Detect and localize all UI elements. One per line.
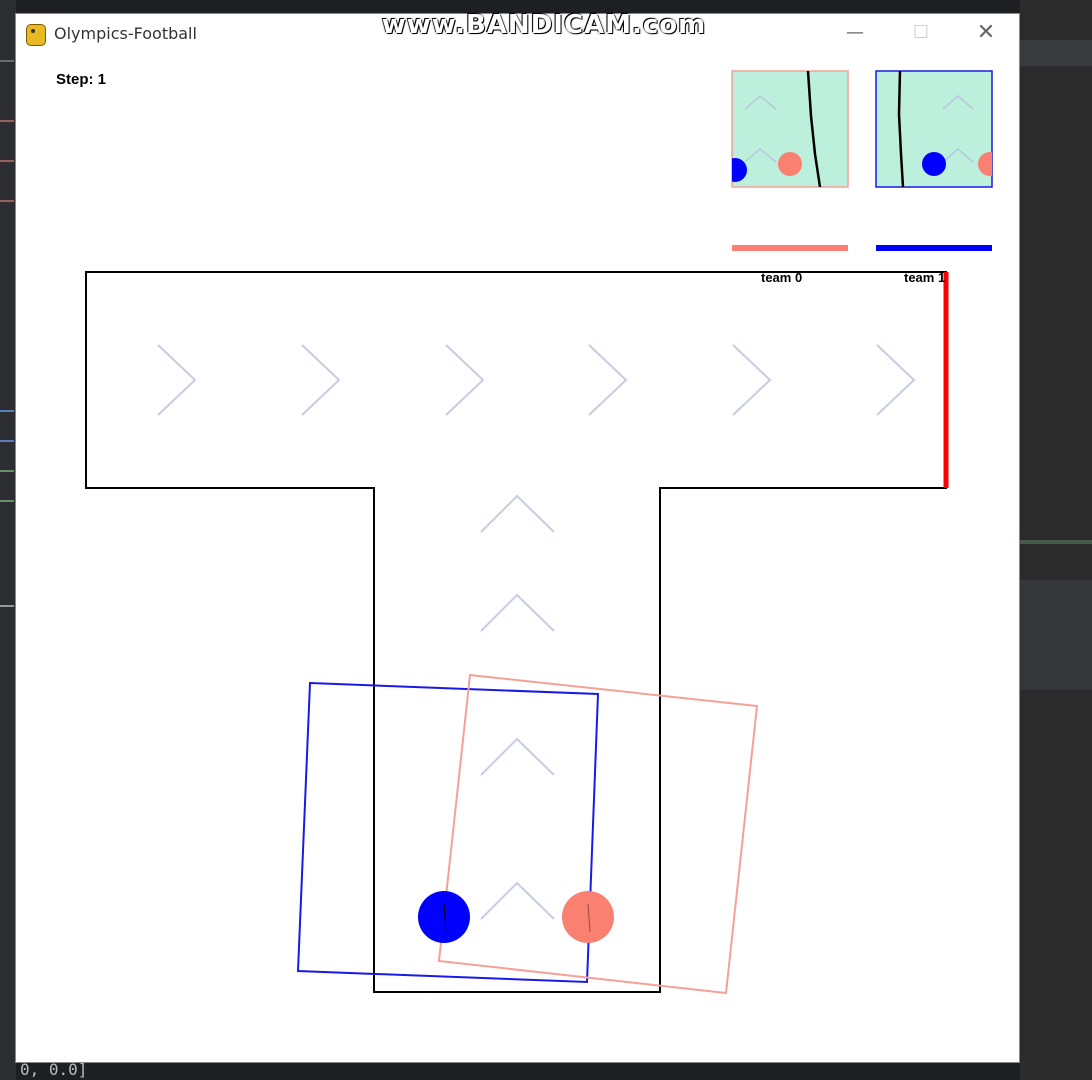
team-0-agent-view bbox=[731, 70, 849, 188]
arrow-right-icon bbox=[732, 344, 772, 416]
team-1-agent-view bbox=[875, 70, 993, 188]
speed-arrows-vertical bbox=[480, 494, 555, 920]
arrow-up-icon bbox=[480, 737, 555, 776]
arrow-right-icon bbox=[157, 344, 197, 416]
team-0-view-box bbox=[437, 673, 759, 995]
background-editor-gutter bbox=[0, 0, 16, 1080]
arrow-right-icon bbox=[445, 344, 485, 416]
arrow-right-icon bbox=[301, 344, 341, 416]
team-1-agent bbox=[418, 891, 470, 943]
speed-arrows-horizontal bbox=[157, 344, 916, 416]
arrow-up-icon bbox=[480, 593, 555, 632]
team-0-label: team 0 bbox=[761, 270, 803, 285]
background-editor-panel bbox=[1020, 0, 1092, 1080]
team-0-agent bbox=[562, 891, 614, 943]
bandicam-watermark: www.BANDICAM.com bbox=[381, 10, 707, 40]
arrow-right-icon bbox=[588, 344, 628, 416]
background-console-text: 0, 0.0] bbox=[20, 1060, 88, 1079]
game-canvas[interactable] bbox=[16, 14, 1019, 1062]
game-window[interactable]: Olympics-Football — ☐ ✕ Step: 1 team 0 t… bbox=[16, 14, 1019, 1062]
arrow-up-icon bbox=[480, 494, 555, 533]
team-1-label: team 1 bbox=[904, 270, 946, 285]
step-counter: Step: 1 bbox=[56, 71, 107, 88]
arrow-up-icon bbox=[480, 881, 555, 920]
arrow-right-icon bbox=[876, 344, 916, 416]
